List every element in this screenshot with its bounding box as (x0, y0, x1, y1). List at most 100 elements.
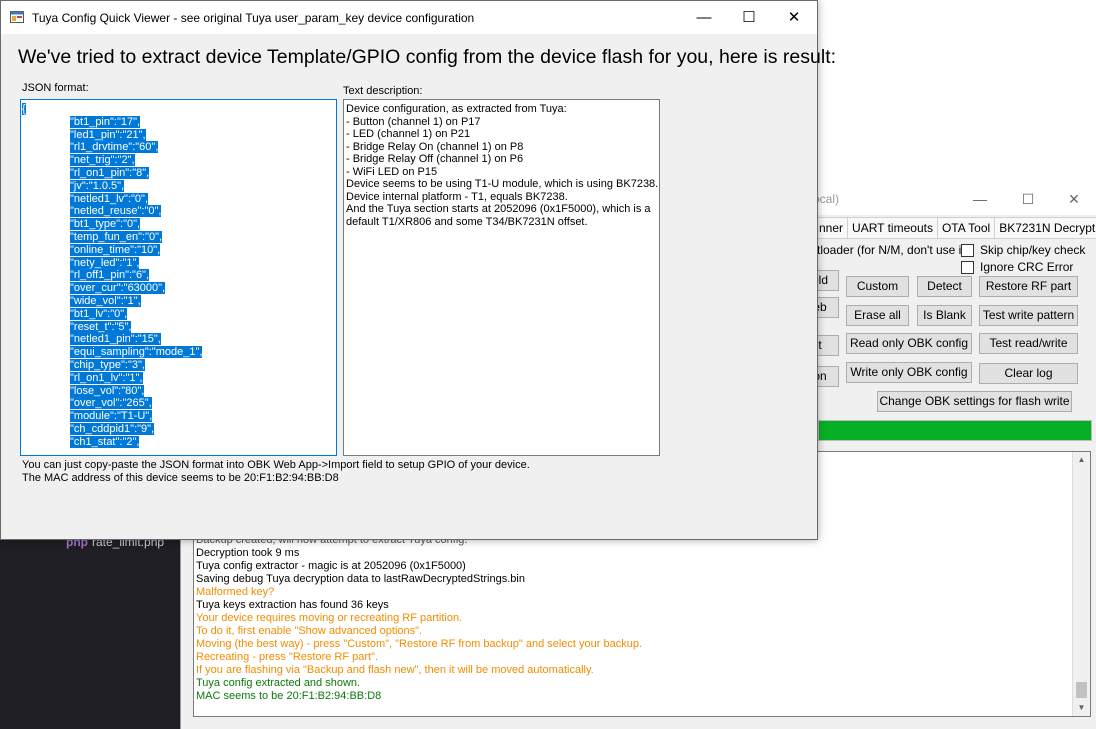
tuya-config-viewer-window: Tuya Config Quick Viewer - see original … (0, 0, 836, 540)
text-description-line: Device internal platform - T1, equals BK… (346, 190, 568, 203)
log-line: Saving debug Tuya decryption data to las… (196, 573, 525, 585)
json-line-text: "temp_fun_en":"0", (70, 230, 163, 243)
json-line-text: "netled1_lv":"0", (70, 192, 148, 205)
json-line-text: "reset_t":"5", (70, 320, 132, 333)
json-lines: { "bt1_pin":"17", "led1_pin":"21", "rl1_drv… (22, 103, 203, 449)
tab-scanner[interactable]: nner (817, 217, 849, 239)
skip-chip-key-checkbox[interactable]: Skip chip/key check (961, 243, 1085, 257)
log-line: MAC seems to be 20:F1:B2:94:BB:D8 (196, 690, 382, 702)
json-line: { (22, 103, 202, 116)
bootloader-option[interactable]: tloader (for N/M, don't use it) (817, 243, 969, 257)
json-line: "wide_vol":"1", (22, 294, 202, 308)
log-line: Malformed key? (196, 586, 275, 598)
log-line: If you are flashing via "Backup and flas… (196, 664, 594, 676)
checkbox-box[interactable] (961, 260, 974, 274)
flasher-minimize-button[interactable]: — (957, 187, 1003, 211)
json-line-text: "netled1_pin":"15", (70, 333, 161, 346)
ignore-crc-checkbox[interactable]: Ignore CRC Error (961, 260, 1073, 274)
json-line-text: "over_vol":"265", (70, 397, 152, 410)
tab-uart-timeouts[interactable]: UART timeouts (847, 217, 938, 239)
json-line: "ch1_stat":"2", (22, 435, 202, 449)
json-line-text: "online_time":"10", (70, 243, 161, 256)
json-line: "ch_cddpid1":"9", (22, 422, 202, 436)
viewer-title: Tuya Config Quick Viewer - see original … (32, 11, 475, 25)
is-blank-button[interactable]: Is Blank (917, 305, 972, 326)
json-line-text: "led1_pin":"21", (70, 128, 146, 141)
text-description-line: Device configuration, as extracted from … (346, 103, 567, 115)
json-line: "equi_sampling":"mode_1", (22, 346, 203, 359)
text-description-lines: Device configuration, as extracted from … (346, 103, 658, 228)
viewer-maximize-button[interactable]: ☐ (726, 5, 772, 31)
json-line-text: "bt1_type":"0", (70, 218, 141, 231)
progress-bar (818, 420, 1092, 441)
json-line-text: "chip_type":"3", (70, 358, 145, 371)
scroll-thumb[interactable] (1076, 682, 1087, 698)
erase-all-button[interactable]: Erase all (846, 305, 909, 326)
json-line: "netled1_pin":"15", (22, 333, 202, 346)
text-description-line: - WiFi LED on P15 (346, 165, 438, 178)
tab-bk7231n-decryption[interactable]: BK7231N Decryption (994, 217, 1096, 239)
json-line-text: "rl_on1_lv":"1", (70, 371, 143, 384)
json-line-text: "bt1_pin":"17", (70, 115, 141, 128)
scroll-up-icon[interactable]: ▲ (1073, 452, 1090, 468)
restore-rf-part-button[interactable]: Restore RF part (979, 276, 1078, 297)
text-description-textarea[interactable]: Device configuration, as extracted from … (343, 99, 660, 456)
test-write-pattern-button[interactable]: Test write pattern (979, 305, 1078, 326)
viewer-close-button[interactable]: ✕ (771, 5, 817, 31)
text-description-line: default T1/XR806 and some T34/BK7231N of… (346, 215, 588, 228)
json-format-label: JSON format: (22, 82, 89, 94)
test-read-write-button[interactable]: Test read/write (979, 333, 1078, 354)
log-line: To do it, first enable "Show advanced op… (196, 625, 423, 637)
json-line-text: "ch_cddpid1":"9", (70, 422, 155, 435)
json-line: "rl_on1_lv":"1", (22, 371, 202, 385)
flasher-close-button[interactable]: ✕ (1051, 187, 1096, 211)
detect-button[interactable]: Detect (917, 276, 972, 297)
json-line: "rl_on1_pin":"8", (22, 166, 202, 180)
log-scrollbar[interactable]: ▲ ▼ (1072, 452, 1090, 716)
json-line: "jv":"1.0.5", (22, 179, 202, 193)
json-line: "reset_t":"5", (22, 320, 202, 334)
json-line: "rl1_drvtime":"60", (22, 141, 202, 154)
text-description-label: Text description: (343, 85, 423, 97)
json-line: "chip_type":"3", (22, 358, 202, 372)
viewer-minimize-button[interactable]: — (681, 5, 727, 31)
json-line-text: { (22, 103, 26, 115)
log-line: Moving (the best way) - press "Custom", … (196, 638, 643, 650)
text-description-line: Device seems to be using T1-U module, wh… (346, 178, 659, 190)
json-line: "nety_led":"1", (22, 256, 202, 270)
json-line-text: "net_trig":"2", (70, 154, 135, 167)
custom-button[interactable]: Custom (846, 276, 909, 297)
json-line-text: "rl1_drvtime":"60", (70, 141, 159, 154)
bootloader-label: tloader (for N/M, don't use it) (817, 243, 969, 257)
log-line: Tuya config extracted and shown. (196, 677, 361, 689)
json-line: "netled_reuse":"0", (22, 205, 202, 218)
flasher-maximize-button[interactable]: ☐ (1005, 187, 1051, 211)
tab-ota-tool[interactable]: OTA Tool (936, 217, 996, 239)
viewer-titlebar: Tuya Config Quick Viewer - see original … (1, 1, 817, 34)
json-line: "bt1_type":"0", (22, 218, 202, 231)
checkbox-box[interactable] (961, 243, 974, 257)
json-line-text: "wide_vol":"1", (70, 294, 141, 307)
app-window-icon (10, 11, 24, 23)
clear-log-button[interactable]: Clear log (979, 363, 1078, 384)
change-obk-settings-button[interactable]: Change OBK settings for flash write (877, 391, 1072, 412)
write-obk-config-button[interactable]: Write only OBK config (846, 362, 972, 383)
text-description-line: - Bridge Relay Off (channel 1) on P6 (346, 153, 524, 165)
json-line-text: "rl_on1_pin":"8", (70, 166, 150, 179)
skip-chip-key-label: Skip chip/key check (980, 243, 1086, 257)
json-line: "lose_vol":"80", (22, 384, 202, 398)
scroll-down-icon[interactable]: ▼ (1073, 700, 1090, 716)
text-description-line: And the Tuya section starts at 2052096 (… (346, 203, 651, 215)
json-line-text: "netled_reuse":"0", (70, 205, 162, 218)
json-textarea[interactable]: { "bt1_pin":"17", "led1_pin":"21", "rl1_drv… (20, 99, 337, 456)
background-editor (0, 540, 180, 729)
flasher-tabs: nner UART timeouts OTA Tool BK7231N Decr… (817, 217, 1096, 239)
log-line: Your device requires moving or recreatin… (196, 612, 463, 624)
read-obk-config-button[interactable]: Read only OBK config (846, 333, 972, 354)
text-description-line: - Bridge Relay On (channel 1) on P8 (346, 140, 524, 153)
json-line: "temp_fun_en":"0", (22, 230, 202, 244)
json-line-text: "jv":"1.0.5", (70, 179, 125, 192)
json-line: "module":"T1-U", (22, 410, 202, 423)
json-line-text: "ch1_stat":"2", (70, 435, 140, 448)
log-lines: Backup created, will now attempt to extr… (196, 534, 642, 703)
